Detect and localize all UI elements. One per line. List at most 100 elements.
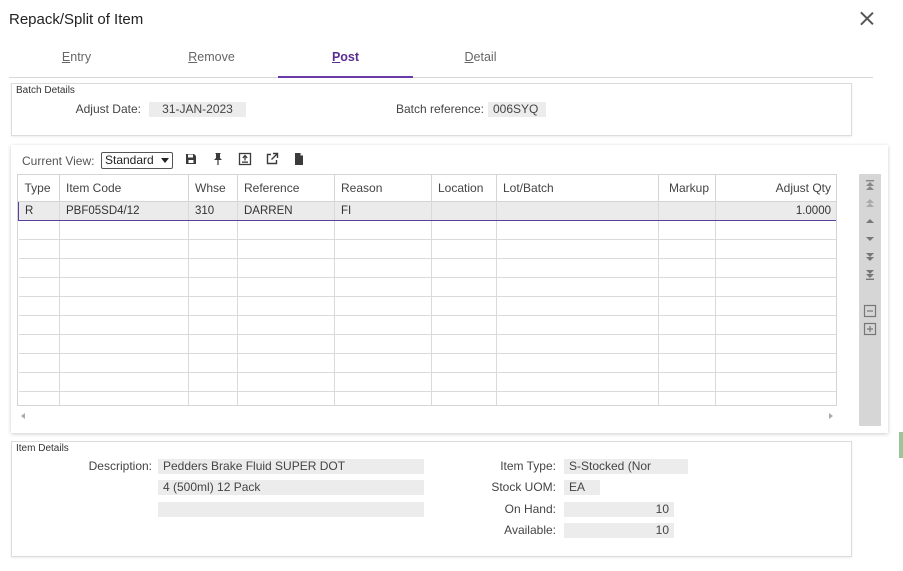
table-cell[interactable] [658,220,716,240]
table-cell[interactable] [431,372,497,392]
table-cell[interactable] [237,353,335,373]
column-header[interactable]: Reference [237,175,335,202]
table-cell[interactable] [188,220,238,240]
table-cell[interactable] [334,372,432,392]
horizontal-scrollbar[interactable] [17,408,837,424]
column-header[interactable]: Reason [334,175,432,202]
expand-icon[interactable] [863,322,877,336]
table-cell[interactable] [431,258,497,278]
table-cell[interactable] [496,315,659,335]
table-cell[interactable] [334,353,432,373]
table-cell[interactable] [188,372,238,392]
table-cell[interactable] [431,200,497,221]
table-cell[interactable] [658,258,716,278]
move-up-page-icon[interactable] [863,196,877,210]
batch-reference-field[interactable]: 006SYQ [488,102,546,117]
table-cell[interactable] [59,239,189,259]
empty-table-row[interactable] [18,239,836,259]
table-cell[interactable] [431,334,497,354]
table-cell[interactable] [496,200,659,221]
column-header[interactable]: Location [431,175,497,202]
adjust-date-field[interactable]: 31-JAN-2023 [149,102,246,117]
table-cell[interactable] [431,391,497,405]
table-cell[interactable] [18,334,60,354]
table-cell[interactable] [59,334,189,354]
table-cell[interactable] [334,220,432,240]
column-header[interactable]: Item Code [59,175,189,202]
table-cell[interactable] [334,315,432,335]
table-cell[interactable] [59,315,189,335]
table-cell[interactable] [431,296,497,316]
table-cell[interactable] [715,277,836,297]
table-cell[interactable] [715,315,836,335]
column-header[interactable]: Adjust Qty [715,175,836,202]
empty-table-row[interactable] [18,277,836,297]
table-cell[interactable] [715,220,836,240]
table-cell[interactable] [496,277,659,297]
move-down-page-icon[interactable] [863,250,877,264]
scroll-left-icon[interactable] [21,413,25,419]
table-cell[interactable] [188,315,238,335]
table-cell[interactable] [188,391,238,405]
table-cell[interactable] [59,296,189,316]
table-cell[interactable] [334,239,432,259]
table-cell[interactable] [188,296,238,316]
table-cell[interactable] [658,372,716,392]
table-cell[interactable] [715,296,836,316]
empty-table-row[interactable] [18,296,836,316]
table-cell[interactable] [496,296,659,316]
scroll-right-icon[interactable] [829,413,833,419]
close-icon[interactable] [857,9,877,29]
tab-entry[interactable]: Entry [9,40,144,78]
table-cell[interactable] [658,353,716,373]
table-cell[interactable] [496,353,659,373]
table-cell[interactable] [715,239,836,259]
empty-table-row[interactable] [18,315,836,335]
table-cell[interactable]: 310 [188,200,238,221]
table-cell[interactable] [658,200,716,221]
table-row[interactable]: R PBF05SD4/12 310 DARREN FI 1.0000 [18,200,836,221]
table-cell[interactable] [431,353,497,373]
table-cell[interactable] [496,391,659,405]
table-cell[interactable] [188,353,238,373]
table-cell[interactable] [658,239,716,259]
pin-icon[interactable] [211,152,225,166]
table-cell[interactable] [496,372,659,392]
table-cell[interactable] [237,391,335,405]
table-cell[interactable] [18,315,60,335]
table-cell[interactable] [334,258,432,278]
table-cell[interactable] [188,334,238,354]
table-cell[interactable] [658,296,716,316]
table-cell[interactable] [334,296,432,316]
table-cell[interactable] [237,372,335,392]
move-top-icon[interactable] [863,178,877,192]
table-cell[interactable] [59,391,189,405]
table-cell[interactable] [496,239,659,259]
table-cell[interactable]: FI [334,200,432,221]
table-cell[interactable] [431,315,497,335]
table-cell[interactable] [18,277,60,297]
empty-table-row[interactable] [18,258,836,278]
table-cell[interactable] [59,258,189,278]
table-cell[interactable] [658,391,716,405]
table-cell[interactable] [237,239,335,259]
table-cell[interactable] [496,334,659,354]
table-cell[interactable] [658,315,716,335]
table-cell[interactable] [496,258,659,278]
table-cell[interactable] [431,277,497,297]
empty-table-row[interactable] [18,220,836,240]
table-cell[interactable] [715,372,836,392]
table-cell[interactable] [431,220,497,240]
table-cell[interactable] [658,277,716,297]
current-view-select[interactable]: Standard [101,152,173,169]
empty-table-row[interactable] [18,334,836,354]
move-up-icon[interactable] [863,214,877,228]
export-excel-icon[interactable] [238,152,252,166]
table-cell[interactable] [334,391,432,405]
collapse-icon[interactable] [863,304,877,318]
empty-table-row[interactable] [18,391,836,405]
table-cell[interactable] [18,296,60,316]
table-cell[interactable] [188,258,238,278]
column-header[interactable]: Whse [188,175,238,202]
document-icon[interactable] [292,152,306,166]
